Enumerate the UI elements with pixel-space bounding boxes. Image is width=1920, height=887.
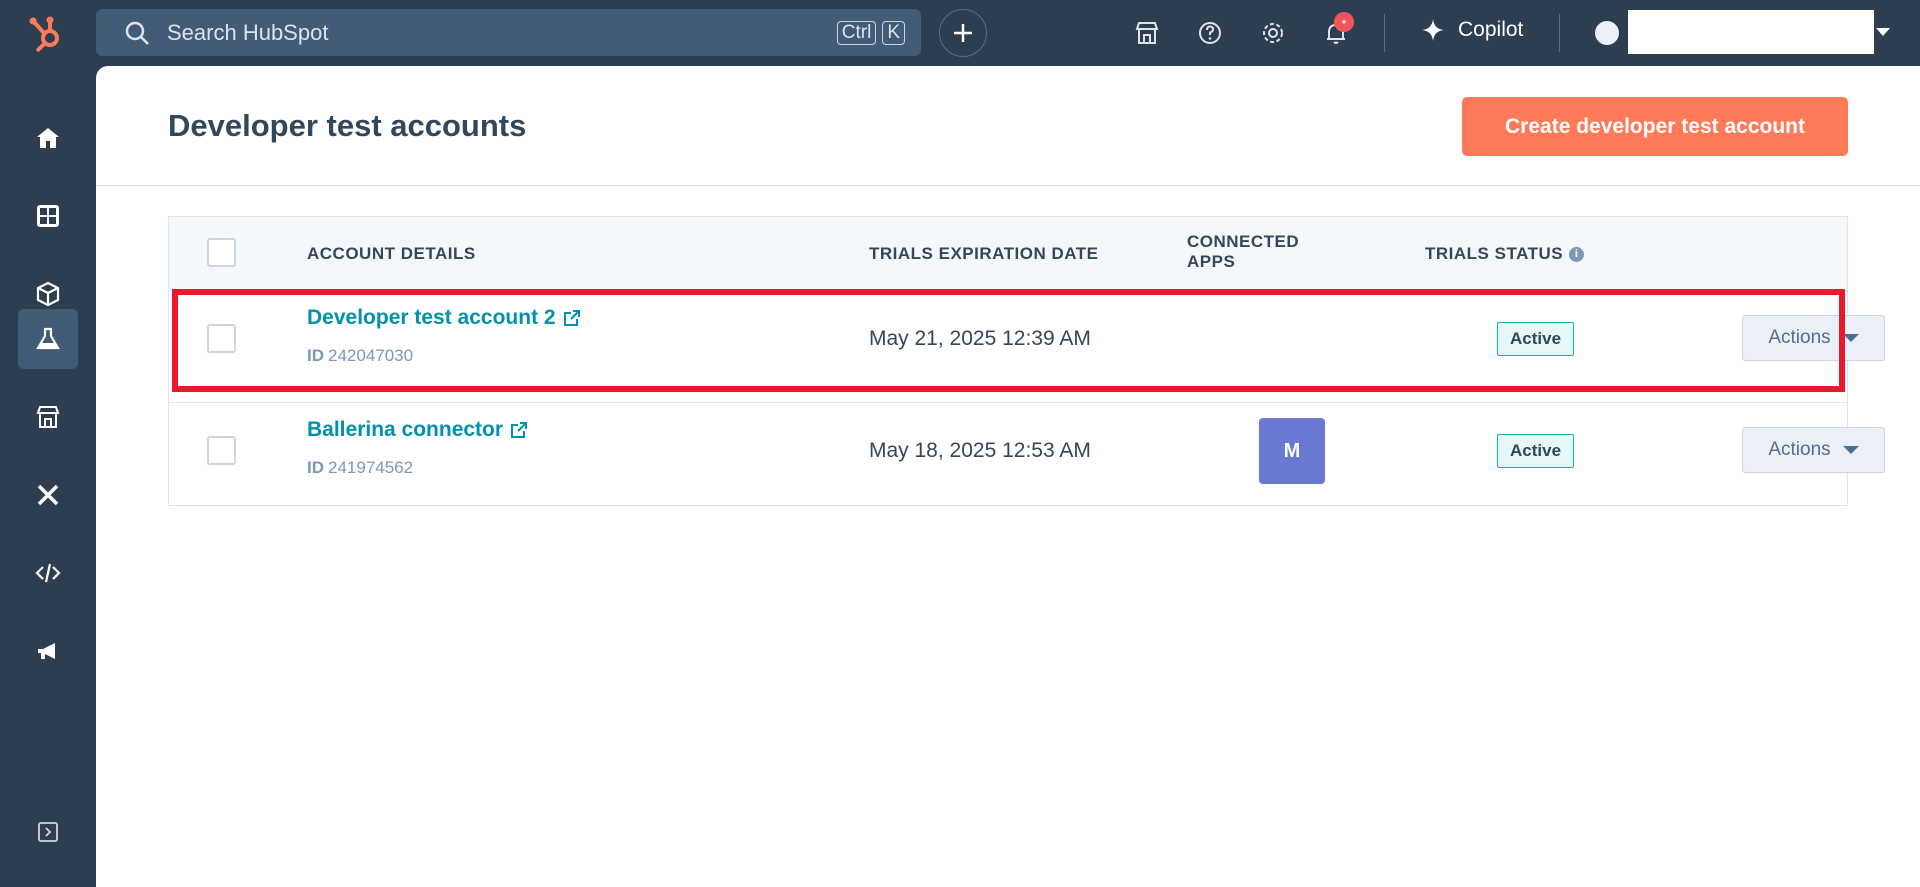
row-checkbox[interactable] bbox=[207, 436, 236, 465]
external-link-icon bbox=[511, 422, 528, 438]
highlight-box bbox=[172, 289, 1845, 392]
column-header-trials-status[interactable]: TRIALS STATUS i bbox=[1425, 244, 1585, 264]
table-row: Ballerina connector ID 241974562 May 18, … bbox=[169, 402, 1885, 513]
chevron-down-icon[interactable] bbox=[1876, 28, 1890, 36]
keyboard-shortcut: Ctrl K bbox=[836, 21, 905, 45]
plus-icon bbox=[954, 24, 972, 42]
flask-icon[interactable] bbox=[18, 309, 78, 369]
copilot-label: Copilot bbox=[1458, 18, 1524, 41]
actions-dropdown[interactable]: Actions bbox=[1742, 427, 1885, 473]
sparkle-icon bbox=[1422, 19, 1444, 41]
search-bar[interactable]: Search HubSpot Ctrl K bbox=[96, 9, 921, 56]
expiration-date: May 18, 2025 12:53 AM bbox=[869, 439, 1091, 462]
hubspot-logo-icon[interactable] bbox=[28, 14, 68, 54]
connected-apps-line-1: CONNECTED bbox=[1187, 232, 1300, 251]
code-icon[interactable] bbox=[18, 543, 78, 603]
create-new-button[interactable] bbox=[939, 9, 987, 57]
storefront-icon[interactable] bbox=[18, 387, 78, 447]
divider bbox=[1384, 14, 1385, 52]
column-header-account-details[interactable]: ACCOUNT DETAILS bbox=[307, 244, 476, 264]
account-name-redacted[interactable] bbox=[1628, 10, 1874, 54]
column-header-expiration-date[interactable]: TRIALS EXPIRATION DATE bbox=[869, 244, 1099, 264]
notification-badge: • bbox=[1334, 12, 1354, 32]
id-value: 241974562 bbox=[328, 458, 414, 477]
select-all-checkbox[interactable] bbox=[207, 238, 236, 267]
divider bbox=[96, 185, 1920, 186]
info-icon[interactable]: i bbox=[1569, 247, 1585, 263]
divider bbox=[1559, 14, 1560, 52]
copilot-button[interactable]: Copilot bbox=[1420, 17, 1523, 43]
status-badge: Active bbox=[1497, 434, 1575, 468]
home-icon[interactable] bbox=[18, 108, 78, 168]
tools-icon[interactable] bbox=[18, 465, 78, 525]
gear-icon[interactable] bbox=[1257, 17, 1289, 49]
account-id: ID 241974562 bbox=[307, 458, 413, 478]
account-name: Ballerina connector bbox=[307, 418, 504, 441]
help-icon[interactable] bbox=[1194, 17, 1226, 49]
main-content: Developer test accounts Create developer… bbox=[96, 66, 1920, 887]
connected-apps-line-2: APPS bbox=[1187, 252, 1236, 271]
shortcut-key-k: K bbox=[882, 21, 905, 45]
marketplace-icon[interactable] bbox=[1131, 17, 1163, 49]
trials-status-label: TRIALS STATUS bbox=[1425, 244, 1564, 263]
connected-app-badge[interactable]: M bbox=[1259, 418, 1325, 484]
megaphone-icon[interactable] bbox=[18, 621, 78, 681]
account-link[interactable]: Ballerina connector bbox=[307, 418, 529, 442]
create-developer-test-account-button[interactable]: Create developer test account bbox=[1462, 97, 1848, 156]
shortcut-key-ctrl: Ctrl bbox=[836, 21, 877, 45]
avatar[interactable] bbox=[1595, 21, 1619, 45]
search-icon bbox=[125, 21, 149, 45]
left-sidebar bbox=[0, 66, 96, 887]
search-placeholder: Search HubSpot bbox=[167, 19, 329, 45]
id-label: ID bbox=[307, 458, 324, 477]
apps-dashboard-icon[interactable] bbox=[18, 186, 78, 246]
expand-sidebar-icon[interactable] bbox=[18, 802, 78, 862]
page-title: Developer test accounts bbox=[168, 108, 527, 143]
table-header: ACCOUNT DETAILS TRIALS EXPIRATION DATE C… bbox=[169, 217, 1847, 291]
actions-label: Actions bbox=[1768, 439, 1831, 460]
chevron-down-icon bbox=[1842, 334, 1859, 342]
chevron-down-icon bbox=[1842, 446, 1859, 454]
top-navigation-bar: Search HubSpot Ctrl K • Copilot bbox=[0, 0, 1920, 66]
column-header-connected-apps[interactable]: CONNECTED APPS bbox=[1187, 232, 1299, 272]
